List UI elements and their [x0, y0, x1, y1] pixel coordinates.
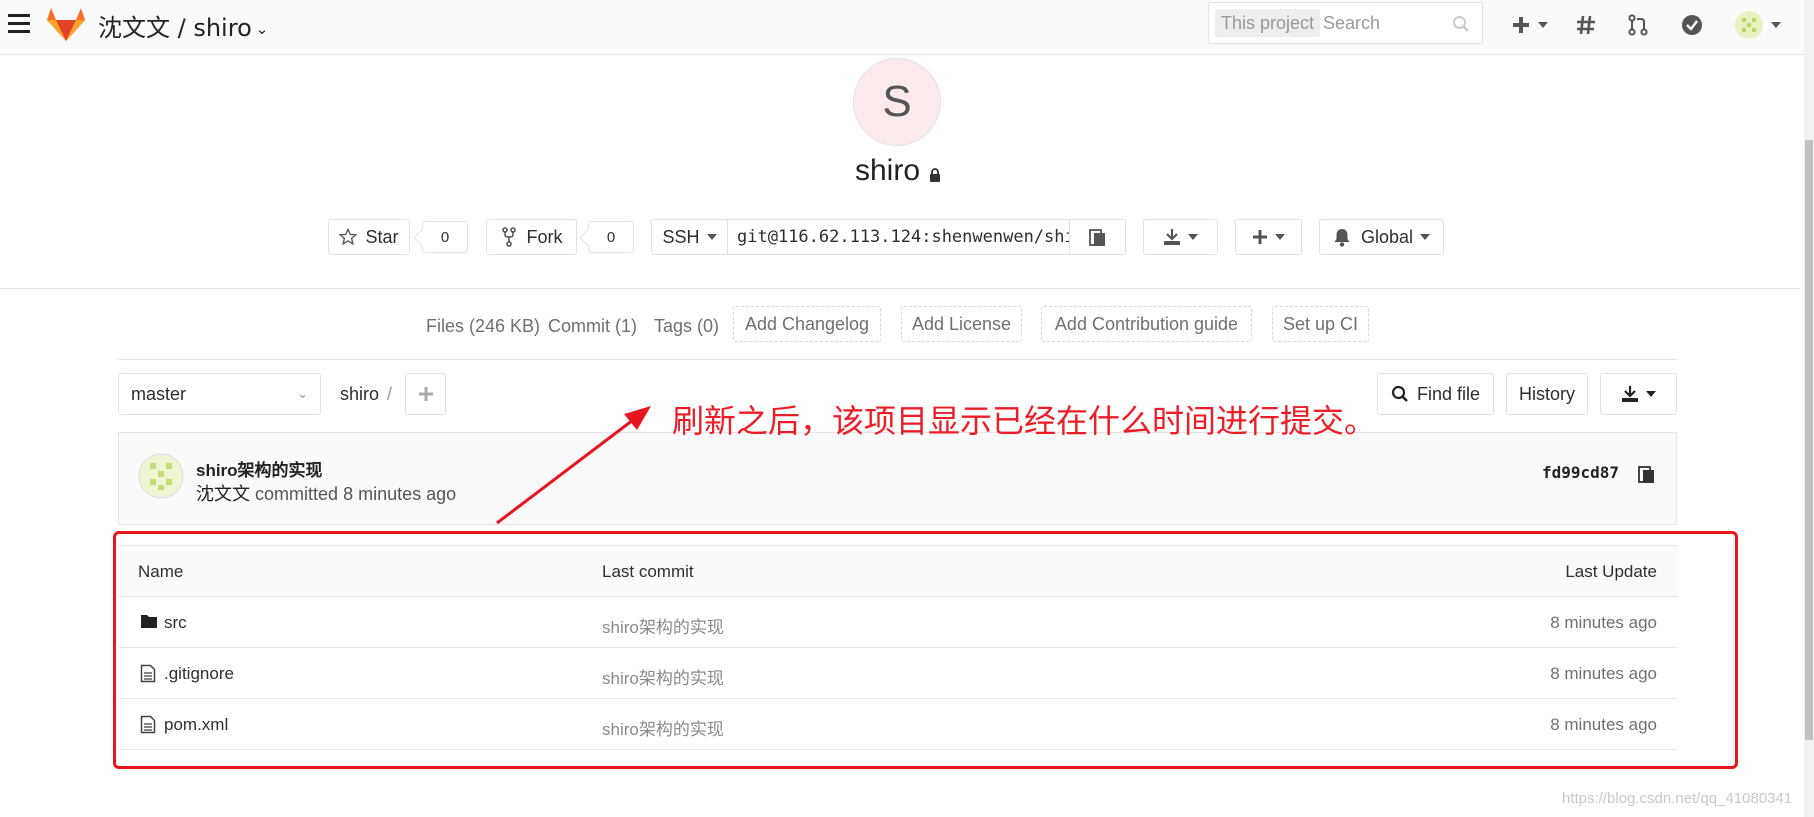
watermark: https://blog.csdn.net/qq_41080341	[1562, 790, 1793, 807]
annotation-text: 刷新之后，该项目显示已经在什么时间进行提交。	[672, 402, 1377, 440]
